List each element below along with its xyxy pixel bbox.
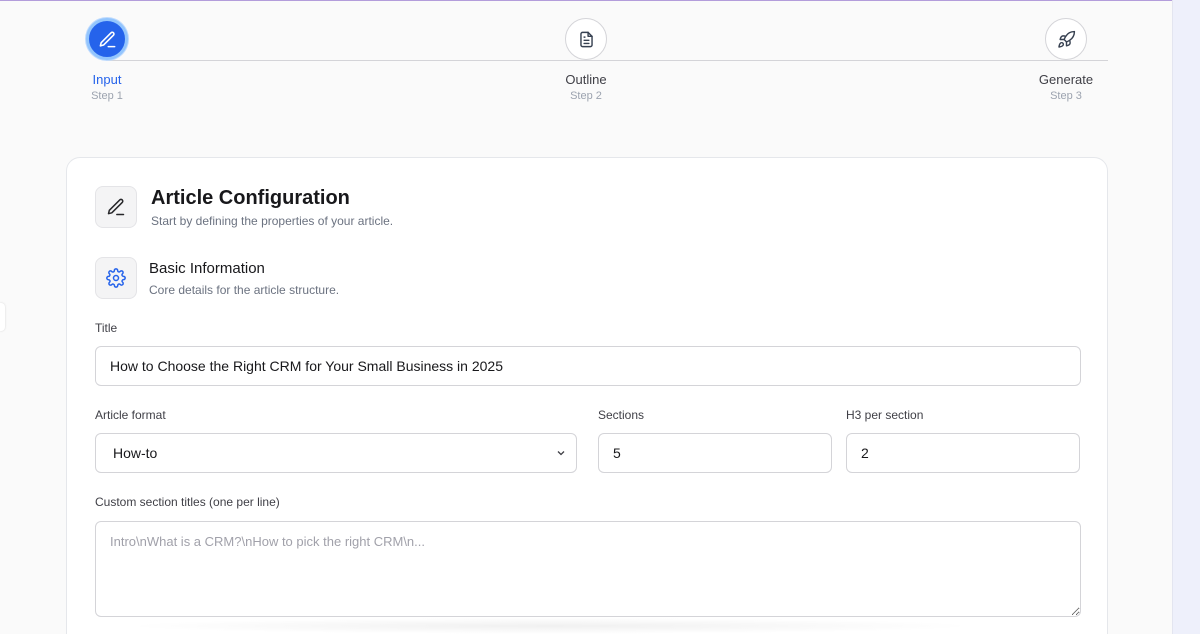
article-configuration-card: Article Configuration Start by defining …: [66, 157, 1108, 634]
card-title: Article Configuration: [151, 187, 350, 209]
pencil-icon: [95, 186, 137, 228]
sections-label: Sections: [598, 408, 645, 422]
window-top-border: [0, 0, 1172, 1]
step-generate[interactable]: Generate Step 3: [1006, 18, 1126, 102]
right-side-panel: [1172, 0, 1200, 634]
card-subtitle: Start by defining the properties of your…: [151, 214, 394, 228]
step-label: Input: [92, 72, 122, 87]
step-number: Step 3: [1050, 90, 1082, 102]
section-title: Basic Information: [149, 260, 265, 277]
floating-shadow: [120, 618, 980, 634]
article-format-label: Article format: [95, 408, 166, 422]
article-format-select[interactable]: How-to: [95, 433, 577, 473]
step-label: Outline: [565, 72, 607, 87]
pencil-icon: [86, 18, 128, 60]
progress-stepper: Input Step 1 Outline Step 2 Generate Ste…: [66, 18, 1108, 108]
section-subtitle: Core details for the article structure.: [149, 283, 340, 297]
step-label: Generate: [1038, 72, 1094, 87]
h3-per-section-label: H3 per section: [846, 408, 924, 422]
gear-icon: [95, 257, 137, 299]
h3-per-section-input[interactable]: [846, 433, 1080, 473]
article-format-value: How-to: [113, 445, 158, 461]
side-drawer-handle[interactable]: [0, 303, 5, 331]
step-number: Step 1: [91, 90, 123, 102]
title-input[interactable]: [95, 346, 1081, 386]
custom-section-titles-textarea[interactable]: [95, 521, 1081, 617]
step-number: Step 2: [570, 90, 602, 102]
chevron-down-icon: [557, 451, 565, 456]
title-label: Title: [95, 321, 118, 335]
document-icon: [565, 18, 607, 60]
rocket-icon: [1045, 18, 1087, 60]
custom-section-titles-label: Custom section titles (one per line): [95, 495, 280, 509]
sections-input[interactable]: [598, 433, 832, 473]
step-outline[interactable]: Outline Step 2: [526, 18, 646, 102]
step-input[interactable]: Input Step 1: [47, 18, 167, 102]
